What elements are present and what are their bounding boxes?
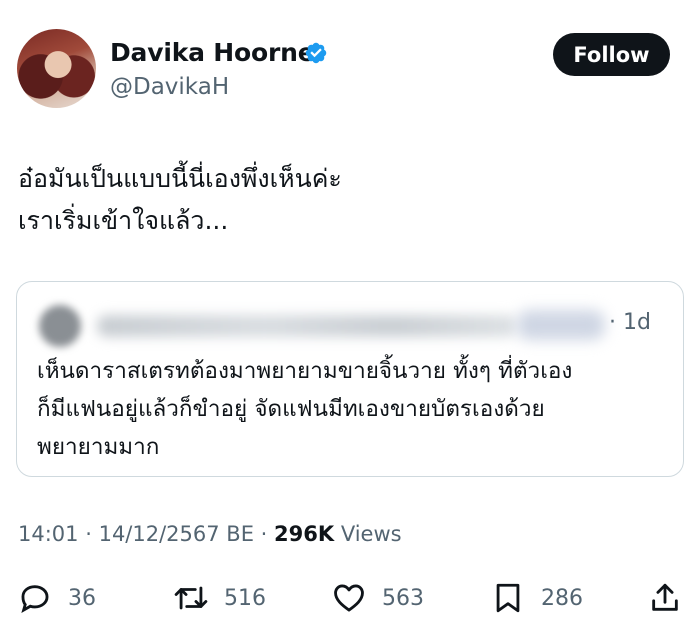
reply-count: 36 [68, 585, 96, 611]
like-button[interactable]: 563 [332, 580, 424, 616]
views-count: 296K [274, 522, 335, 546]
reply-icon [21, 585, 49, 614]
author-handle[interactable]: @DavikaH [110, 74, 229, 100]
like-count: 563 [382, 585, 424, 611]
tweet-text: อ๋อมันเป็นแบบนี้นี่เองพึ่งเห็นค่ะ เราเริ… [18, 158, 678, 242]
meta-separator: · [260, 522, 275, 546]
share-button[interactable] [648, 580, 682, 616]
quoted-author-avatar-blurred [39, 305, 81, 347]
tweet-line: เราเริ่มเข้าใจแล้ว... [18, 206, 229, 235]
bookmark-count: 286 [541, 585, 583, 611]
verified-badge-icon [305, 42, 327, 64]
repost-count: 516 [224, 585, 266, 611]
author-avatar[interactable] [17, 29, 96, 108]
quoted-author-handle-blurred [517, 310, 605, 340]
quoted-author-name-blurred [97, 315, 517, 337]
meta-separator: · [85, 522, 99, 546]
quoted-tweet[interactable]: · 1d เห็นดาราสเตรทต้องมาพยายามขายจิ้นวาย… [16, 281, 684, 477]
tweet-line: อ๋อมันเป็นแบบนี้นี่เองพึ่งเห็นค่ะ [18, 164, 342, 193]
share-icon [652, 583, 678, 611]
tweet-time[interactable]: 14:01 [18, 522, 79, 546]
tweet-date[interactable]: 14/12/2567 BE [99, 522, 254, 546]
heart-icon [334, 584, 364, 612]
quoted-line: ก็มีแฟนอยู่แล้วก็ขำอยู่ จัดแฟนมีทเองขายบ… [37, 396, 545, 422]
author-name[interactable]: Davika Hoorne [110, 38, 315, 67]
bookmark-button[interactable]: 286 [491, 580, 583, 616]
views-label: Views [340, 522, 402, 546]
quoted-tweet-text: เห็นดาราสเตรทต้องมาพยายามขายจิ้นวาย ทั้ง… [37, 352, 677, 466]
quoted-timestamp: · 1d [609, 310, 651, 335]
quoted-line: พยายามมาก [37, 434, 160, 460]
reply-button[interactable]: 36 [18, 580, 96, 616]
repost-button[interactable]: 516 [174, 580, 266, 616]
tweet-meta: 14:01 · 14/12/2567 BE · 296K Views [18, 522, 402, 546]
follow-button[interactable]: Follow [553, 33, 670, 76]
repost-icon [174, 586, 208, 610]
quoted-line: เห็นดาราสเตรทต้องมาพยายามขายจิ้นวาย ทั้ง… [37, 358, 573, 384]
bookmark-icon [496, 583, 520, 613]
